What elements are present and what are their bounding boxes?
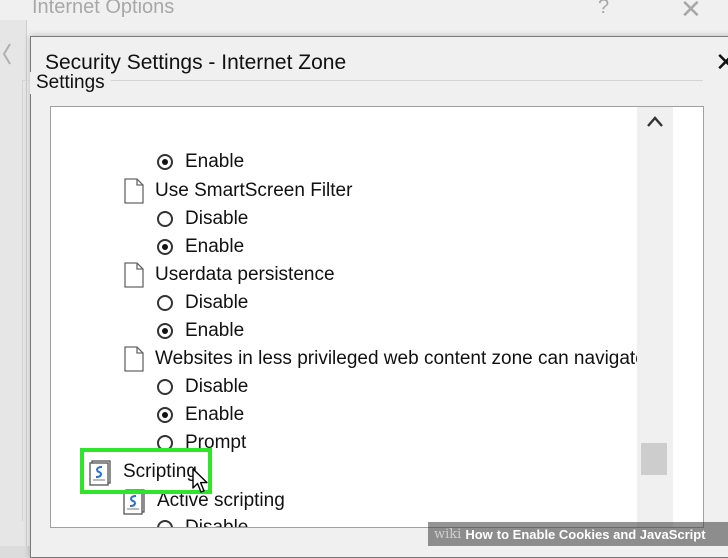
radio-button[interactable] <box>157 239 173 255</box>
radio-option-enable[interactable]: Enable <box>157 148 244 176</box>
wikihow-watermark: wiki How to Enable Cookies and JavaScrip… <box>428 522 728 546</box>
option-label: Disable <box>185 292 249 313</box>
radio-button[interactable] <box>157 211 173 227</box>
option-label: Disable <box>185 376 249 397</box>
setting-use-smartscreen-filter: Use SmartScreen Filter <box>123 177 352 205</box>
option-label: Enable <box>185 236 245 257</box>
watermark-wiki: wiki <box>434 526 462 542</box>
settings-group-label: Settings <box>30 72 111 94</box>
radio-button[interactable] <box>157 154 173 170</box>
radio-option-enable[interactable]: Enable <box>157 401 244 429</box>
radio-button[interactable] <box>157 379 173 395</box>
document-icon <box>124 346 144 372</box>
document-icon <box>124 178 144 204</box>
radio-button[interactable] <box>157 323 173 339</box>
option-label: Disable <box>185 517 249 528</box>
radio-option-disable[interactable]: Disable <box>157 514 249 528</box>
help-button[interactable]: ? <box>598 0 609 19</box>
internet-options-title: Internet Options <box>32 0 175 18</box>
mouse-pointer-icon <box>192 468 208 493</box>
document-icon <box>124 262 144 288</box>
scroll-up-arrow-icon[interactable] <box>646 115 664 129</box>
internet-options-close-button[interactable]: ✕ <box>680 0 702 25</box>
setting-label: Use SmartScreen Filter <box>155 180 353 201</box>
option-label: Disable <box>185 208 249 229</box>
scroll-thumb[interactable] <box>641 443 667 475</box>
option-label: Enable <box>185 151 245 172</box>
setting-label: Websites in less privileged web content … <box>155 348 666 369</box>
radio-button[interactable] <box>157 407 173 423</box>
back-arrow-icon <box>2 43 11 65</box>
watermark-how: How <box>465 526 493 542</box>
radio-option-enable[interactable]: Enable <box>157 317 244 345</box>
vertical-scrollbar[interactable] <box>637 107 673 527</box>
radio-option-disable[interactable]: Disable <box>157 373 248 401</box>
watermark-text: to Enable Cookies and JavaScript <box>496 526 706 542</box>
radio-button[interactable] <box>157 520 173 527</box>
setting-less-privileged-zone-navigate: Websites in less privileged web content … <box>123 345 666 373</box>
setting-label: Userdata persistence <box>155 264 335 285</box>
radio-option-disable[interactable]: Disable <box>157 205 248 233</box>
radio-option-disable[interactable]: Disable <box>157 289 248 317</box>
option-label: Enable <box>185 320 245 341</box>
dialog-close-button[interactable]: ✕ <box>715 47 728 78</box>
setting-userdata-persistence: Userdata persistence <box>123 261 335 289</box>
radio-button[interactable] <box>157 295 173 311</box>
radio-option-enable[interactable]: Enable <box>157 233 244 261</box>
option-label: Enable <box>185 404 245 425</box>
